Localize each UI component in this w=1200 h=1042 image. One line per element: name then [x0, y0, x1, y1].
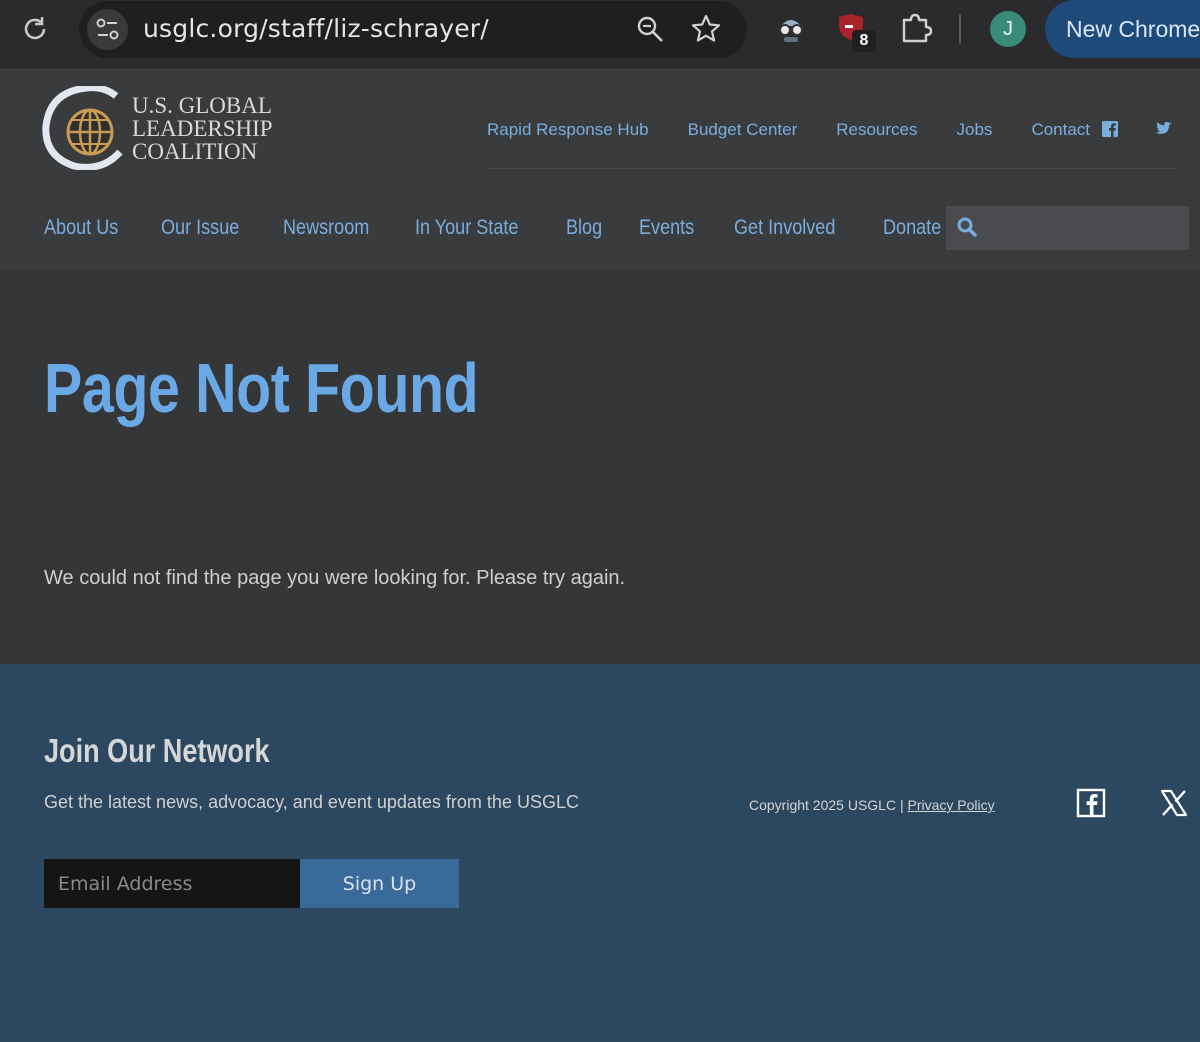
globe-logo-icon — [42, 86, 123, 170]
copyright-label: Copyright 2025 USGLC | — [749, 797, 908, 813]
util-nav-rapid-response-hub[interactable]: Rapid Response Hub — [487, 120, 649, 140]
utility-nav: Rapid Response Hub Budget Center Resourc… — [487, 120, 1129, 140]
privacy-policy-link[interactable]: Privacy Policy — [908, 797, 995, 813]
toolbar-separator — [959, 14, 961, 44]
shield-extension-button[interactable]: 8 — [836, 12, 880, 54]
site-logo[interactable]: U.S. GLOBAL LEADERSHIP COALITION — [42, 86, 302, 170]
logo-wordmark: U.S. GLOBAL LEADERSHIP COALITION — [132, 94, 273, 163]
facebook-icon[interactable] — [1076, 788, 1106, 818]
logo-line-2: LEADERSHIP — [132, 116, 273, 141]
util-nav-budget-center[interactable]: Budget Center — [688, 120, 798, 140]
profile-avatar[interactable]: J — [990, 11, 1026, 47]
nav-blog[interactable]: Blog — [566, 216, 602, 240]
tune-icon — [96, 18, 119, 40]
site-info-button[interactable] — [87, 9, 128, 50]
logo-line-1: U.S. GLOBAL — [132, 93, 272, 118]
x-icon[interactable] — [1159, 788, 1189, 818]
browser-toolbar: usglc.org/staff/liz-schrayer/ 8 J New Ch… — [0, 0, 1200, 70]
site-header: U.S. GLOBAL LEADERSHIP COALITION Rapid R… — [0, 70, 1200, 270]
search-icon[interactable] — [956, 216, 978, 238]
nav-get-involved[interactable]: Get Involved — [734, 216, 835, 240]
join-network-description: Get the latest news, advocacy, and event… — [44, 792, 579, 812]
new-chrome-button[interactable]: New Chrome — [1045, 0, 1200, 58]
url-text: usglc.org/staff/liz-schrayer/ — [143, 14, 489, 43]
reload-icon[interactable] — [20, 14, 50, 44]
facebook-icon[interactable] — [1101, 120, 1119, 138]
address-bar[interactable]: usglc.org/staff/liz-schrayer/ — [79, 1, 747, 58]
twitter-icon[interactable] — [1155, 120, 1173, 138]
nav-donate[interactable]: Donate — [883, 216, 941, 240]
nav-newsroom[interactable]: Newsroom — [283, 216, 369, 240]
extension-badge: 8 — [852, 30, 876, 52]
join-network-title: Join Our Network — [44, 732, 270, 769]
copyright-text: Copyright 2025 USGLC | Privacy Policy — [749, 797, 995, 813]
spy-extension-icon[interactable] — [774, 12, 808, 46]
sign-up-button[interactable]: Sign Up — [300, 859, 459, 908]
header-divider — [487, 168, 1175, 169]
not-found-message: We could not find the page you were look… — [44, 567, 626, 589]
main-nav: About Us Our Issue Newsroom In Your Stat… — [44, 216, 982, 240]
page-title: Page Not Found — [44, 349, 479, 427]
nav-our-issue[interactable]: Our Issue — [161, 216, 239, 240]
star-icon[interactable] — [690, 13, 722, 45]
nav-in-your-state[interactable]: In Your State — [415, 216, 518, 240]
util-nav-resources[interactable]: Resources — [836, 120, 917, 140]
zoom-icon[interactable] — [635, 14, 665, 44]
util-nav-jobs[interactable]: Jobs — [957, 120, 993, 140]
email-field[interactable] — [44, 859, 300, 908]
util-nav-contact[interactable]: Contact — [1031, 120, 1090, 140]
logo-line-3: COALITION — [132, 139, 258, 164]
site-footer: Join Our Network Get the latest news, ad… — [0, 664, 1200, 1042]
search-input[interactable] — [946, 206, 1189, 250]
nav-events[interactable]: Events — [639, 216, 694, 240]
main-content: Page Not Found We could not find the pag… — [0, 270, 1200, 664]
puzzle-icon[interactable] — [898, 10, 934, 46]
nav-about-us[interactable]: About Us — [44, 216, 118, 240]
